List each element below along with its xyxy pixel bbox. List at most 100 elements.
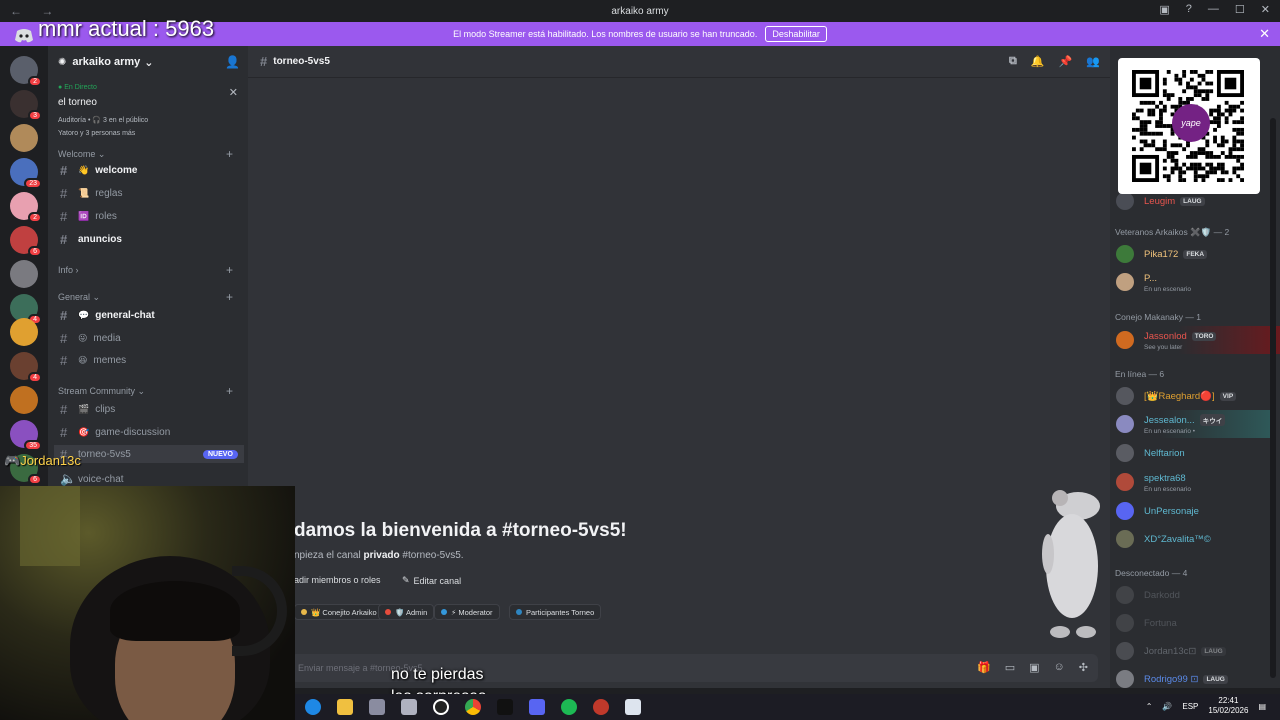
server-icon[interactable]: 6 bbox=[10, 226, 42, 257]
server-icon[interactable]: 4 bbox=[10, 352, 42, 383]
inbox-icon[interactable]: ▣ bbox=[1159, 3, 1169, 16]
avatar bbox=[1116, 586, 1134, 604]
chrome-icon[interactable] bbox=[465, 699, 481, 715]
channel-game-discussion[interactable]: # 🎯 game-discussion bbox=[60, 425, 170, 440]
channel-header: # torneo-5vs5 ⧉ 🔔 📌 👥 bbox=[248, 46, 1110, 78]
chat-area bbox=[248, 78, 1110, 688]
channel-title: torneo-5vs5 bbox=[273, 56, 330, 67]
server-icon[interactable]: 2 bbox=[10, 56, 42, 87]
chevron-up-icon[interactable]: ⌃ bbox=[1146, 702, 1153, 711]
add-member-icon[interactable]: 👤 bbox=[225, 55, 240, 69]
notification-icon[interactable]: ▤ bbox=[1258, 702, 1266, 711]
live-label: En Directo bbox=[64, 84, 97, 91]
add-channel-icon[interactable]: + bbox=[226, 384, 233, 398]
app-icon[interactable] bbox=[369, 699, 385, 715]
member-jassonlod[interactable]: Jassonlod TORO See you later bbox=[1116, 330, 1217, 351]
rat-figure bbox=[1042, 490, 1100, 638]
add-channel-icon[interactable]: + bbox=[226, 290, 233, 304]
role-pill[interactable]: 👑 Conejito Arkaiko bbox=[294, 604, 384, 620]
apps-icon[interactable]: ✣ bbox=[1079, 661, 1088, 674]
app-icon[interactable] bbox=[401, 699, 417, 715]
hash-icon: # bbox=[60, 353, 68, 368]
close-icon[interactable]: ✕ bbox=[229, 86, 238, 99]
channel-general-chat[interactable]: # 💬 general-chat bbox=[60, 308, 155, 323]
member-spektra68[interactable]: spektra68 En un escenario bbox=[1116, 472, 1191, 493]
member-jordan13c[interactable]: Jordan13c⊡ LAUG bbox=[1116, 641, 1226, 661]
add-members-button[interactable]: adir miembros o roles bbox=[294, 575, 381, 585]
disable-streamer-button[interactable]: Deshabilitar bbox=[765, 26, 827, 42]
unread-badge: 2 bbox=[28, 76, 42, 87]
minimize-button[interactable]: — bbox=[1208, 3, 1219, 16]
channel-welcome[interactable]: # 👋 welcome bbox=[60, 163, 137, 178]
spotify-icon[interactable] bbox=[561, 699, 577, 715]
help-icon[interactable]: ? bbox=[1186, 3, 1192, 16]
role-pill[interactable]: 🛡️ Admin bbox=[378, 604, 435, 620]
category-welcome[interactable]: Welcome ⌄ + bbox=[58, 147, 233, 161]
bell-icon[interactable]: 🔔 bbox=[1031, 55, 1045, 68]
add-channel-icon[interactable]: + bbox=[226, 263, 233, 277]
member-unpersonaje[interactable]: UnPersonaje bbox=[1116, 501, 1199, 521]
file-explorer-icon[interactable] bbox=[337, 699, 353, 715]
member-pika172[interactable]: Pika172 FEKA bbox=[1116, 244, 1208, 264]
server-icon[interactable]: 35 bbox=[10, 420, 42, 451]
channel-voice-chat[interactable]: 🔈 voice-chat bbox=[60, 471, 124, 487]
channel-roles[interactable]: # 🆔 roles bbox=[60, 209, 117, 224]
maximize-button[interactable]: ☐ bbox=[1235, 3, 1245, 16]
channel-label: torneo-5vs5 bbox=[78, 448, 131, 460]
channel-clips[interactable]: # 🎬 clips bbox=[60, 402, 115, 417]
volume-icon[interactable]: 🔊 bbox=[1162, 702, 1172, 711]
gift-icon[interactable]: 🎁 bbox=[977, 661, 991, 674]
live-stage-card[interactable]: ● En Directo el torneo Auditoría • 🎧 3 e… bbox=[48, 78, 248, 152]
member-rodrigo99[interactable]: Rodrigo99 ⊡ LAUG bbox=[1116, 669, 1228, 689]
server-icon[interactable]: 23 bbox=[10, 158, 42, 189]
clock[interactable]: 22:41 15/02/2026 bbox=[1208, 696, 1248, 716]
threads-icon[interactable]: ⧉ bbox=[1009, 55, 1017, 68]
edit-channel-button[interactable]: ✎ Editar canal bbox=[402, 575, 461, 586]
member-scrollbar[interactable] bbox=[1270, 118, 1276, 678]
member-offline[interactable]: Fortuna bbox=[1116, 613, 1177, 633]
channel-reglas[interactable]: # 📜 reglas bbox=[60, 186, 122, 201]
language-indicator[interactable]: ESP bbox=[1182, 702, 1198, 711]
server-icon[interactable] bbox=[10, 386, 38, 414]
channel-media[interactable]: # 😜 media bbox=[60, 331, 121, 346]
member-leugim[interactable]: Leugim LAUG bbox=[1116, 191, 1205, 211]
category-stream-community[interactable]: Stream Community ⌄ + bbox=[58, 384, 233, 398]
tiktok-icon[interactable] bbox=[497, 699, 513, 715]
member-p[interactable]: P... En un escenario bbox=[1116, 272, 1191, 293]
photos-icon[interactable] bbox=[625, 699, 641, 715]
unread-badge: 3 bbox=[28, 110, 42, 121]
emoji-icon[interactable]: ☺ bbox=[1054, 661, 1065, 674]
edge-icon[interactable] bbox=[305, 699, 321, 715]
channel-anuncios[interactable]: # anuncios bbox=[60, 232, 122, 247]
discord-logo-icon[interactable] bbox=[14, 28, 34, 44]
member-jessealon[interactable]: Jessealon... キウイ En un escenario • bbox=[1116, 414, 1226, 435]
app-icon[interactable] bbox=[593, 699, 609, 715]
role-pill[interactable]: ⚡ Moderator bbox=[434, 604, 500, 620]
pin-icon[interactable]: 📌 bbox=[1059, 55, 1073, 68]
server-icon[interactable]: 2 bbox=[10, 192, 42, 223]
member-nelftarion[interactable]: Nelftarion bbox=[1116, 443, 1185, 463]
member-xdzavalita[interactable]: XD°Zavalita™© bbox=[1116, 529, 1211, 549]
obs-icon[interactable] bbox=[433, 699, 449, 715]
add-channel-icon[interactable]: + bbox=[226, 147, 233, 161]
channel-memes[interactable]: # 😆 memes bbox=[60, 353, 126, 368]
close-window-button[interactable]: ✕ bbox=[1261, 3, 1270, 16]
server-icon[interactable] bbox=[10, 318, 38, 346]
members-icon[interactable]: 👥 bbox=[1086, 55, 1100, 68]
role-pill[interactable]: Participantes Torneo bbox=[509, 604, 602, 620]
member-offline[interactable]: Darkodd bbox=[1116, 585, 1180, 605]
sticker-icon[interactable]: ▣ bbox=[1029, 661, 1039, 674]
channel-label: game-discussion bbox=[95, 427, 171, 438]
server-icon[interactable] bbox=[10, 260, 38, 288]
server-icon[interactable] bbox=[10, 124, 38, 152]
category-info[interactable]: Info › + bbox=[58, 263, 233, 277]
discord-icon[interactable] bbox=[529, 699, 545, 715]
close-icon[interactable]: ✕ bbox=[1259, 26, 1270, 42]
server-header[interactable]: ✺ arkaiko army ⌄ 👤 bbox=[48, 46, 248, 78]
hash-icon: # bbox=[260, 54, 268, 69]
category-general[interactable]: General ⌄ + bbox=[58, 290, 233, 304]
member-raeghard[interactable]: [👑Raeghard🔴] VIP bbox=[1116, 386, 1237, 406]
server-icon[interactable]: 3 bbox=[10, 90, 42, 121]
welcome-title: damos la bienvenida a #torneo-5vs5! bbox=[294, 520, 627, 541]
gif-icon[interactable]: ▭ bbox=[1005, 661, 1015, 674]
